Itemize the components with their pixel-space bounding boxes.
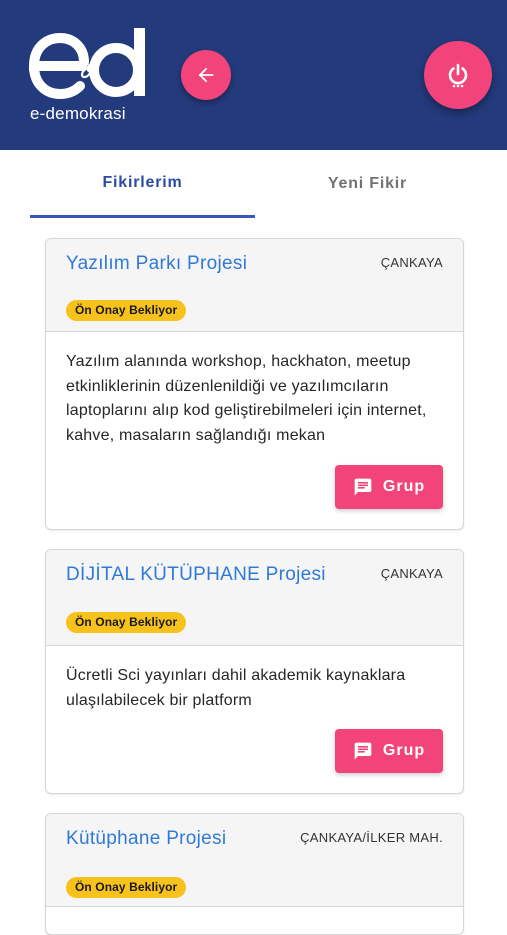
back-button[interactable] bbox=[181, 50, 231, 100]
card-title[interactable]: Kütüphane Projesi bbox=[66, 828, 226, 850]
card-header: Kütüphane Projesi ÇANKAYA/İLKER MAH. Ön … bbox=[46, 814, 463, 907]
card-location: ÇANKAYA bbox=[380, 566, 443, 581]
idea-card: DİJİTAL KÜTÜPHANE Projesi ÇANKAYA Ön Ona… bbox=[45, 549, 464, 794]
message-icon bbox=[353, 477, 373, 497]
card-header: DİJİTAL KÜTÜPHANE Projesi ÇANKAYA Ön Ona… bbox=[46, 550, 463, 646]
logo-ed-icon bbox=[28, 28, 145, 100]
logout-button[interactable] bbox=[424, 41, 492, 109]
logo: e-demokrasi bbox=[26, 26, 150, 126]
power-icon bbox=[448, 63, 468, 88]
tab-label: Fikirlerim bbox=[102, 173, 183, 191]
card-location: ÇANKAYA/İLKER MAH. bbox=[300, 830, 443, 845]
card-description: Ücretli Sci yayınları dahil akademik kay… bbox=[66, 667, 406, 709]
group-button-label: Grup bbox=[382, 742, 426, 759]
logo-text: e-demokrasi bbox=[30, 104, 126, 123]
status-badge: Ön Onay Bekliyor bbox=[66, 612, 187, 633]
card-header: Yazılım Parkı Projesi ÇANKAYA Ön Onay Be… bbox=[46, 239, 463, 332]
card-location: ÇANKAYA bbox=[380, 255, 443, 270]
group-button[interactable]: Grup bbox=[335, 729, 443, 773]
tab-label: Yeni Fikir bbox=[327, 175, 408, 192]
card-title[interactable]: DİJİTAL KÜTÜPHANE Projesi bbox=[66, 564, 326, 586]
idea-card: Kütüphane Projesi ÇANKAYA/İLKER MAH. Ön … bbox=[45, 813, 464, 935]
card-description: Yazılım alanında workshop, hackhaton, me… bbox=[66, 353, 427, 444]
message-icon bbox=[353, 741, 373, 761]
card-title[interactable]: Yazılım Parkı Projesi bbox=[66, 253, 247, 275]
tab-fikirlerim[interactable]: Fikirlerim bbox=[30, 150, 255, 218]
arrow-left-icon bbox=[198, 67, 214, 83]
group-button[interactable]: Grup bbox=[335, 465, 443, 509]
app-header: e-demokrasi bbox=[0, 0, 507, 150]
tab-bar: Fikirlerim Yeni Fikir bbox=[0, 150, 507, 218]
status-badge: Ön Onay Bekliyor bbox=[66, 877, 187, 898]
tab-yeni-fikir[interactable]: Yeni Fikir bbox=[255, 150, 480, 218]
group-button-label: Grup bbox=[382, 478, 426, 495]
status-badge: Ön Onay Bekliyor bbox=[66, 300, 187, 321]
idea-card: Yazılım Parkı Projesi ÇANKAYA Ön Onay Be… bbox=[45, 238, 464, 530]
